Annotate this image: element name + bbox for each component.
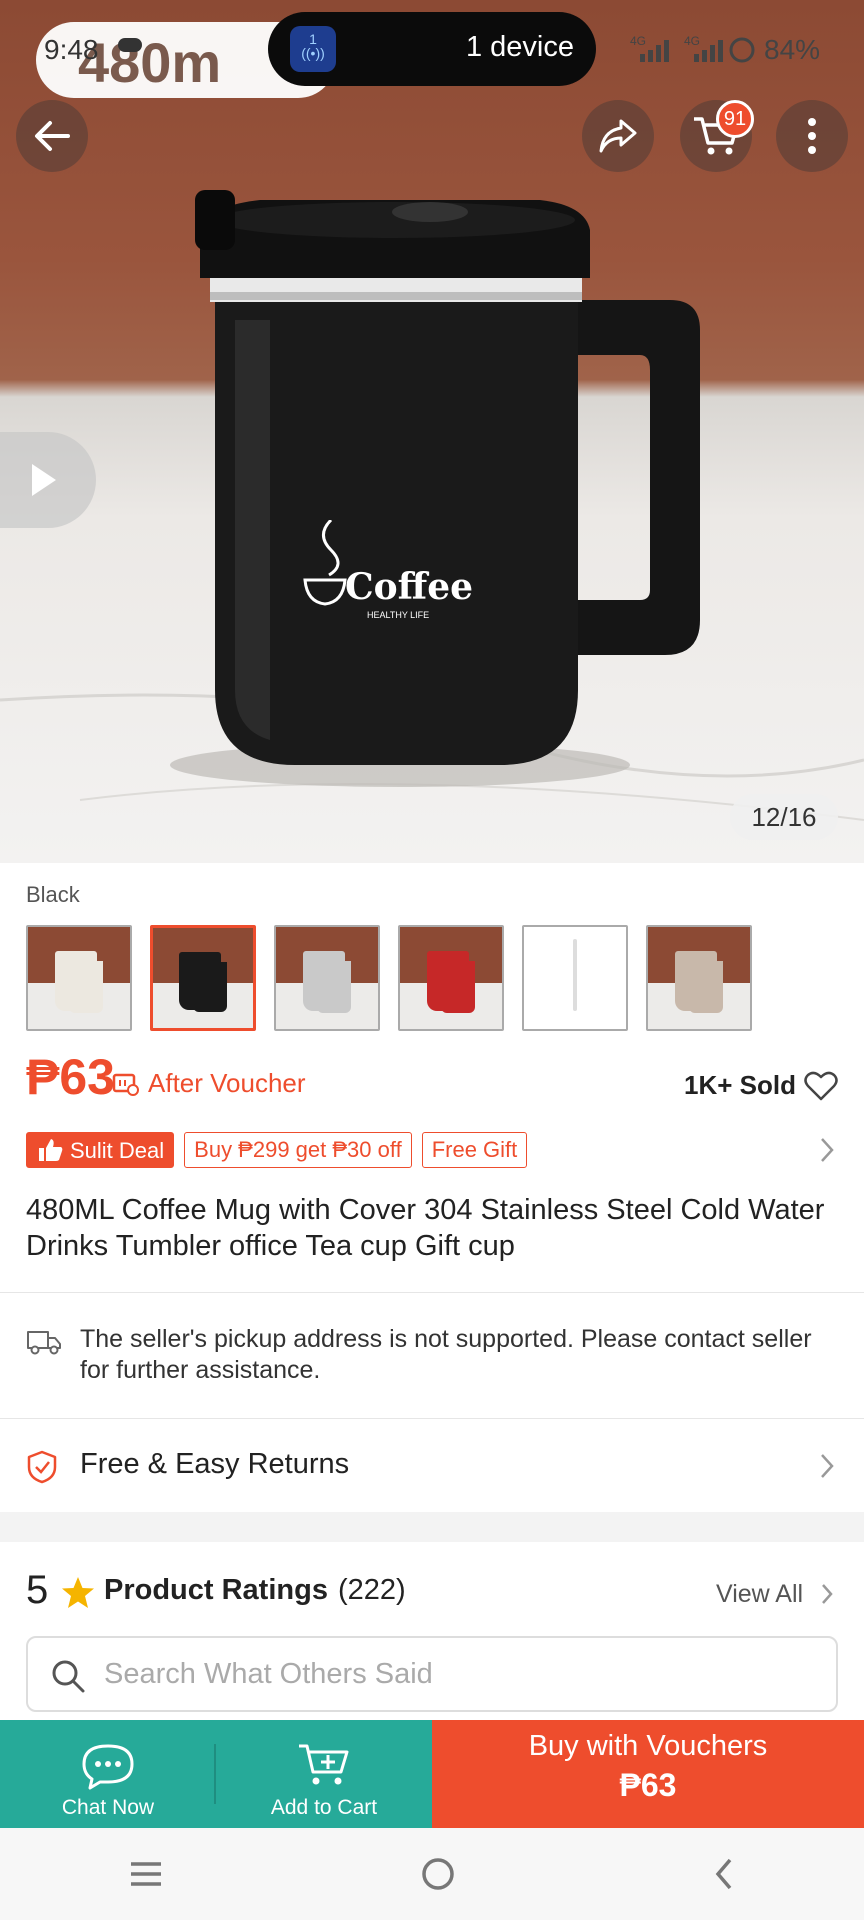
divider <box>0 1292 864 1293</box>
search-icon <box>52 1660 85 1693</box>
cart-count-badge: 91 <box>716 100 754 138</box>
after-voucher-label: After Voucher <box>148 1068 306 1098</box>
back-button[interactable] <box>16 100 88 172</box>
chat-now-label: Chat Now <box>61 1796 155 1819</box>
play-icon <box>32 464 56 496</box>
buy-with-vouchers-button[interactable]: Buy with Vouchers ₱63 <box>432 1720 864 1828</box>
home-icon[interactable] <box>420 1856 456 1892</box>
spend-promo-tag: Buy ₱299 get ₱30 off <box>184 1132 412 1168</box>
divider <box>0 1418 864 1419</box>
system-nav-bar <box>0 1828 864 1920</box>
sulit-deal-tag: Sulit Deal <box>26 1132 175 1168</box>
product-title: 480ML Coffee Mug with Cover 304 Stainles… <box>26 1194 825 1262</box>
cloud-icon <box>118 38 142 52</box>
back-nav-icon[interactable] <box>712 1856 736 1892</box>
battery-percent: 84% <box>764 34 821 65</box>
search-placeholder: Search What Others Said <box>104 1658 433 1690</box>
variant-thumb-beige[interactable] <box>646 925 752 1031</box>
variant-thumb-red[interactable] <box>398 925 504 1031</box>
device-cast-icon: 1 ((•)) <box>290 26 336 72</box>
returns-label: Free & Easy Returns <box>80 1448 350 1480</box>
add-to-cart-button[interactable]: Add to Cart <box>216 1720 432 1828</box>
ratings-label: Product Ratings <box>104 1574 328 1606</box>
thumbs-up-icon <box>39 1139 63 1161</box>
chevron-right-icon <box>821 1454 834 1478</box>
more-vertical-icon <box>808 118 816 154</box>
add-cart-icon <box>299 1744 349 1785</box>
chevron-right-icon <box>822 1584 833 1604</box>
variant-thumb-cream[interactable] <box>26 925 132 1031</box>
buy-label: Buy with Vouchers <box>528 1730 768 1762</box>
battery-ring-icon <box>729 37 755 63</box>
status-time: 9:48 <box>44 34 99 65</box>
buy-price: ₱63 <box>619 1767 677 1803</box>
review-search-input[interactable]: Search What Others Said <box>26 1636 838 1712</box>
heart-icon[interactable] <box>804 1070 838 1102</box>
image-counter: 12/16 <box>730 794 838 840</box>
signal-icon-2 <box>694 40 723 62</box>
view-all-label: View All <box>716 1580 804 1608</box>
variant-thumb-gray[interactable] <box>274 925 380 1031</box>
chat-icon <box>82 1744 134 1790</box>
bottom-divider <box>214 1744 216 1804</box>
rating-score: 5 <box>26 1568 49 1612</box>
steam-cup-icon <box>303 520 347 606</box>
shield-check-icon <box>27 1450 57 1484</box>
variant-thumb-black[interactable] <box>150 925 256 1031</box>
dynamic-island[interactable]: 1 ((•)) 1 device <box>268 12 596 86</box>
play-video-button[interactable] <box>0 432 96 528</box>
secondary-actions: Chat Now Add to Cart <box>0 1720 432 1828</box>
island-text: 1 device <box>465 31 574 63</box>
mug-brand-text: Coffee <box>345 566 474 608</box>
variant-thumbnails <box>26 925 752 1031</box>
product-image-gallery[interactable]: Coffee HEALTHY LIFE 480m 9:48 1 ((•)) 1 d… <box>0 0 864 863</box>
arrow-left-icon <box>35 121 70 151</box>
star-icon <box>62 1577 94 1608</box>
view-all-link[interactable]: View All <box>716 1580 803 1609</box>
overlay-text: 480m <box>78 31 222 94</box>
share-button[interactable] <box>582 100 654 172</box>
voucher-icon <box>112 1073 139 1096</box>
menu-icon[interactable] <box>128 1860 164 1888</box>
bottom-action-bar: Chat Now Add to Cart Buy with Vouchers ₱… <box>0 1720 864 1828</box>
more-button[interactable] <box>776 100 848 172</box>
chevron-right-icon[interactable] <box>818 1136 836 1164</box>
status-bar: 480m 9:48 1 ((•)) 1 device 4G 4G 84% <box>0 0 864 100</box>
promo-tags[interactable]: Sulit Deal Buy ₱299 get ₱30 off Free Gif… <box>26 1132 528 1168</box>
free-gift-tag: Free Gift <box>421 1132 528 1168</box>
ratings-count: (222) <box>338 1574 406 1606</box>
after-voucher[interactable]: After Voucher <box>112 1068 306 1099</box>
share-icon <box>599 119 637 153</box>
variant-label: Black <box>26 882 80 907</box>
shipping-notice: The seller's pickup address is not suppo… <box>80 1325 812 1384</box>
chat-now-button[interactable]: Chat Now <box>0 1720 216 1828</box>
variant-thumb-white[interactable] <box>522 925 628 1031</box>
mug-subtext: HEALTHY LIFE <box>367 610 430 620</box>
sold-count: 1K+ Sold <box>684 1070 796 1100</box>
price: ₱63 <box>26 1049 115 1105</box>
truck-icon <box>27 1331 61 1355</box>
signal-icon <box>640 40 669 62</box>
sulit-deal-label: Sulit Deal <box>70 1137 165 1163</box>
add-to-cart-label: Add to Cart <box>270 1796 378 1819</box>
section-gap <box>0 1512 864 1542</box>
